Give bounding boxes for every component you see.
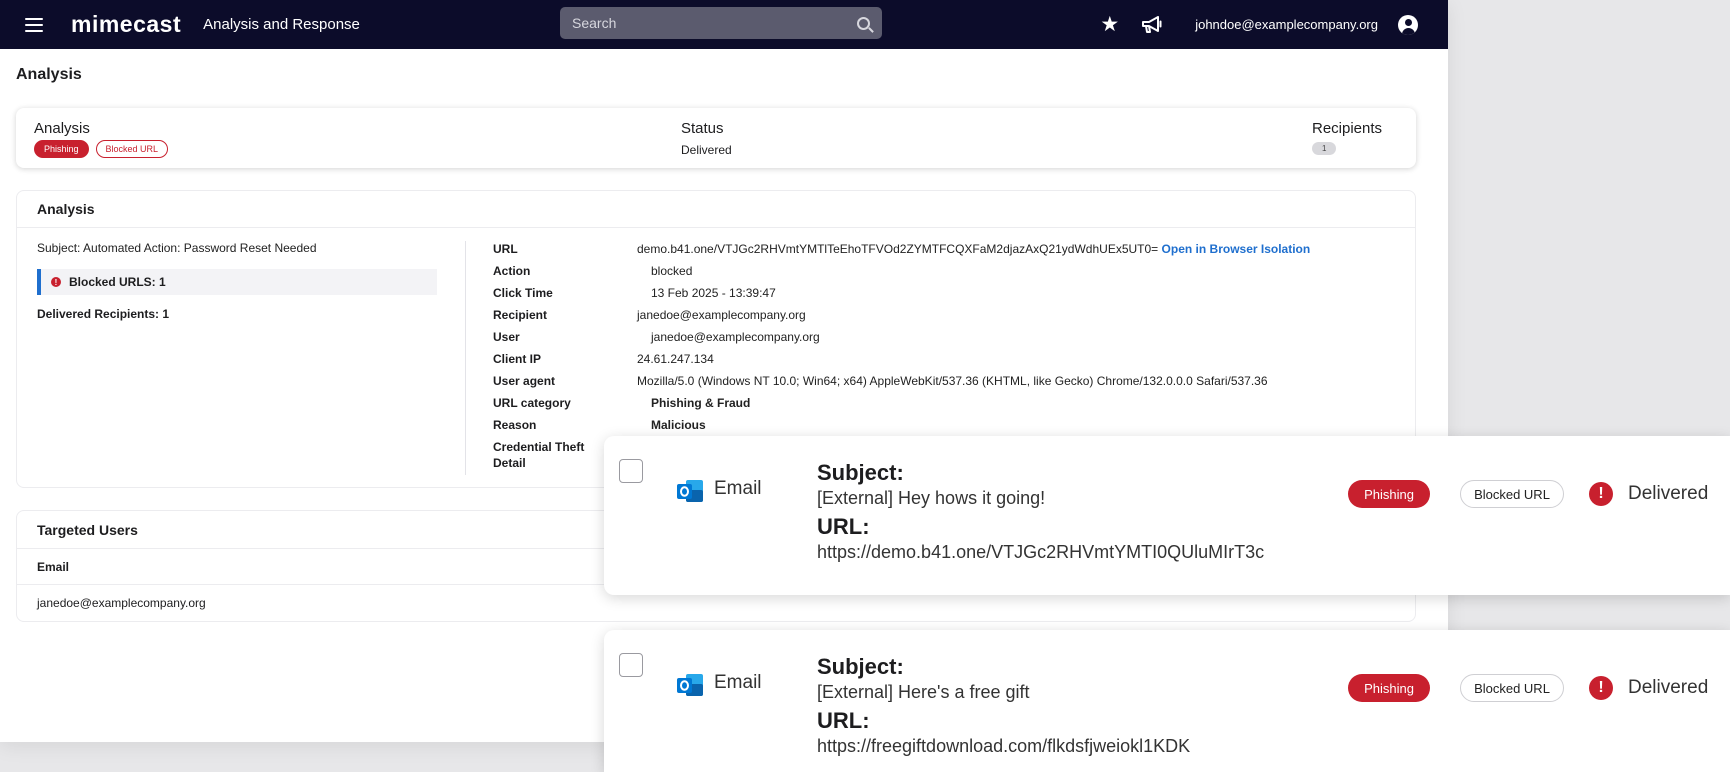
- blocked-url-badge: Blocked URL: [1460, 674, 1564, 702]
- blocked-urls-item[interactable]: ! Blocked URLS: 1: [37, 269, 437, 295]
- summary-card: Analysis Phishing Blocked URL Status Del…: [16, 108, 1416, 168]
- url-category-value: Phishing & Fraud: [651, 396, 751, 410]
- summary-analysis: Analysis Phishing Blocked URL: [34, 120, 169, 158]
- url-label: URL:: [817, 708, 870, 733]
- analysis-summary: Subject: Automated Action: Password Rese…: [37, 241, 437, 321]
- top-navbar: mimecast Analysis and Response Search ★ …: [0, 0, 1448, 49]
- analysis-subject: Subject: Automated Action: Password Rese…: [37, 241, 317, 255]
- action-label: Action: [493, 264, 531, 278]
- phishing-badge: Phishing: [1348, 674, 1430, 702]
- email-url: https://freegiftdownload.com/flkdsfjweio…: [817, 736, 1191, 756]
- phishing-badge: Phishing: [1348, 480, 1430, 508]
- search-placeholder: Search: [572, 15, 617, 31]
- email-badges: Phishing Blocked URL ! Delivered: [1348, 480, 1708, 508]
- search-icon[interactable]: [857, 16, 870, 30]
- outlook-icon: [677, 674, 703, 696]
- account-icon[interactable]: [1398, 14, 1418, 35]
- credential-detail-label: Detail: [493, 456, 526, 470]
- detail-labels: URL Action Click Time Recipient User Cli…: [493, 241, 584, 477]
- client-ip-label: Client IP: [493, 352, 542, 366]
- email-list-item[interactable]: Email Subject: [External] Here's a free …: [604, 630, 1730, 772]
- email-url: https://demo.b41.one/VTJGc2RHVmtYMTI0QUl…: [817, 542, 1265, 562]
- blocked-url-tag: Blocked URL: [95, 140, 169, 158]
- user-agent-label: User agent: [493, 374, 556, 388]
- summary-recipients: Recipients 1: [1312, 120, 1382, 156]
- open-browser-isolation-link[interactable]: Open in Browser Isolation: [1162, 242, 1311, 256]
- alert-icon: !: [1589, 676, 1613, 700]
- user-label: User: [493, 330, 520, 344]
- detail-values: demo.b41.one/VTJGc2RHVmtYMTlTeEhoTFVOd2Z…: [637, 241, 1310, 439]
- recipient-value: janedoe@examplecompany.org: [637, 308, 806, 322]
- status-label: Status: [681, 120, 724, 137]
- client-ip-value: 24.61.247.134: [637, 352, 714, 366]
- summary-analysis-label: Analysis: [34, 120, 90, 137]
- url-label: URL:: [817, 514, 870, 539]
- subject-label: Subject:: [817, 460, 904, 485]
- email-list-item[interactable]: Email Subject: [External] Hey hows it go…: [604, 436, 1730, 595]
- email-details: Subject: [External] Here's a free gift U…: [817, 654, 1190, 762]
- column-divider: [465, 241, 466, 475]
- app-title: Analysis and Response: [203, 16, 360, 33]
- page-title: Analysis: [16, 66, 82, 83]
- email-type-label: Email: [714, 478, 762, 499]
- user-email[interactable]: johndoe@examplecompany.org: [1195, 17, 1378, 32]
- summary-status: Status Delivered: [681, 120, 732, 157]
- delivery-status: Delivered: [1628, 677, 1709, 698]
- recipients-label: Recipients: [1312, 120, 1383, 137]
- search-input[interactable]: Search: [560, 7, 882, 39]
- url-value: demo.b41.one/VTJGc2RHVmtYMTlTeEhoTFVOd2Z…: [637, 242, 1159, 256]
- recipient-label: Recipient: [493, 308, 548, 322]
- user-value: janedoe@examplecompany.org: [651, 330, 820, 344]
- alert-icon: !: [1589, 482, 1613, 506]
- phishing-tag: Phishing: [34, 140, 89, 158]
- email-details: Subject: [External] Hey hows it going! U…: [817, 460, 1264, 568]
- row-checkbox[interactable]: [619, 459, 643, 483]
- credential-theft-label: Credential Theft: [493, 440, 585, 454]
- blocked-urls-label: Blocked URLS: 1: [69, 275, 166, 289]
- outlook-icon: [677, 480, 703, 502]
- url-label: URL: [493, 242, 518, 256]
- url-value-row: demo.b41.one/VTJGc2RHVmtYMTlTeEhoTFVOd2Z…: [637, 241, 1310, 263]
- analysis-card-header: Analysis: [17, 191, 1415, 228]
- reason-label: Reason: [493, 418, 537, 432]
- blocked-url-badge: Blocked URL: [1460, 480, 1564, 508]
- delivered-recipients[interactable]: Delivered Recipients: 1: [37, 307, 437, 321]
- email-badges: Phishing Blocked URL ! Delivered: [1348, 674, 1708, 702]
- email-subject: [External] Hey hows it going!: [817, 488, 1046, 508]
- email-type-label: Email: [714, 672, 762, 693]
- url-category-label: URL category: [493, 396, 571, 410]
- row-checkbox[interactable]: [619, 653, 643, 677]
- delivery-status: Delivered: [1628, 483, 1709, 504]
- click-time-value: 13 Feb 2025 - 13:39:47: [651, 286, 776, 300]
- star-icon[interactable]: ★: [1100, 12, 1119, 37]
- topbar-actions: ★ johndoe@examplecompany.org: [1100, 0, 1418, 49]
- recipients-count-badge: 1: [1312, 142, 1337, 155]
- status-value: Delivered: [681, 143, 732, 157]
- subject-label: Subject:: [817, 654, 904, 679]
- email-subject: [External] Here's a free gift: [817, 682, 1030, 702]
- brand-logo[interactable]: mimecast: [71, 11, 181, 38]
- user-agent-value: Mozilla/5.0 (Windows NT 10.0; Win64; x64…: [637, 374, 1268, 388]
- hamburger-menu-icon[interactable]: [25, 17, 43, 32]
- megaphone-icon[interactable]: [1141, 15, 1163, 34]
- click-time-label: Click Time: [493, 286, 553, 300]
- action-value: blocked: [651, 264, 693, 278]
- error-icon: !: [51, 277, 61, 287]
